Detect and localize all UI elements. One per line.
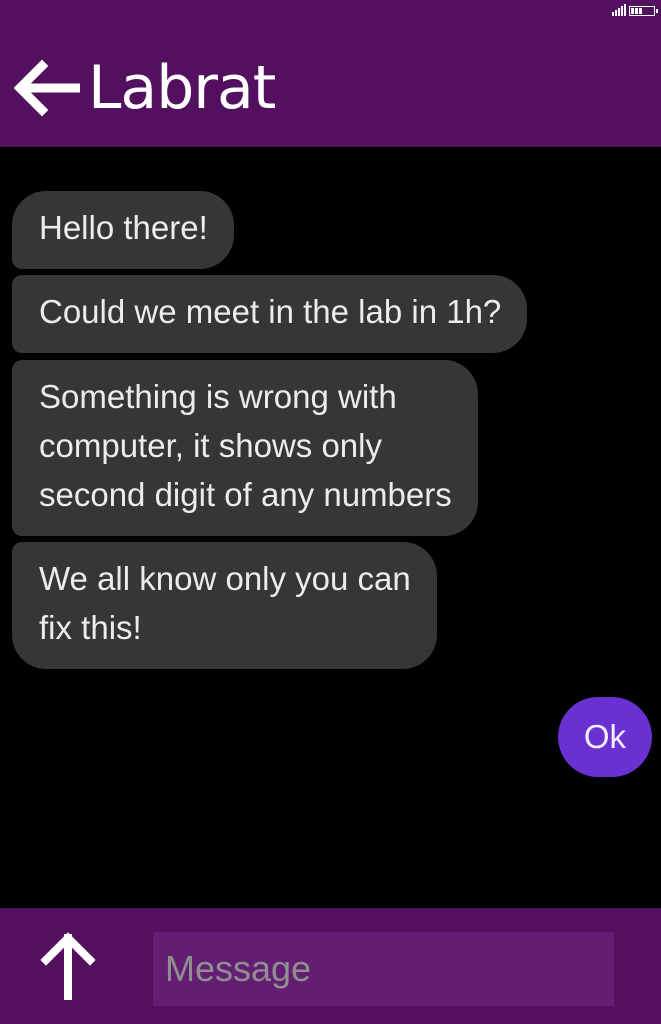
arrow-up-icon [40, 932, 96, 1002]
battery-icon [629, 6, 658, 16]
message-line: Could we meet in the lab in 1h? [39, 293, 502, 330]
message-line: fix this! [39, 609, 142, 646]
signal-bars-icon [612, 4, 626, 16]
arrow-left-icon [13, 59, 83, 117]
send-button[interactable] [38, 928, 98, 1002]
message-line: computer, it shows only [39, 427, 382, 464]
message-list[interactable]: Hello there! Could we meet in the lab in… [0, 147, 661, 908]
chat-screen: Labrat Hello there! Could we meet in the… [0, 0, 661, 1024]
message-input[interactable] [153, 932, 614, 1006]
status-bar [612, 4, 658, 16]
message-line: second digit of any numbers [39, 476, 452, 513]
composer-bar [0, 908, 661, 1024]
outgoing-message: Ok [557, 697, 652, 777]
message-line: Something is wrong with [39, 378, 397, 415]
contact-name: Labrat [88, 53, 276, 123]
message-line: Hello there! [39, 209, 208, 246]
message-line: We all know only you can [39, 560, 411, 597]
incoming-message: Hello there! [12, 191, 234, 269]
incoming-message: Something is wrong with computer, it sho… [12, 360, 478, 536]
incoming-message: Could we meet in the lab in 1h? [12, 275, 528, 353]
back-button[interactable] [12, 59, 83, 117]
incoming-message: We all know only you can fix this! [12, 542, 437, 669]
chat-header: Labrat [0, 0, 661, 147]
